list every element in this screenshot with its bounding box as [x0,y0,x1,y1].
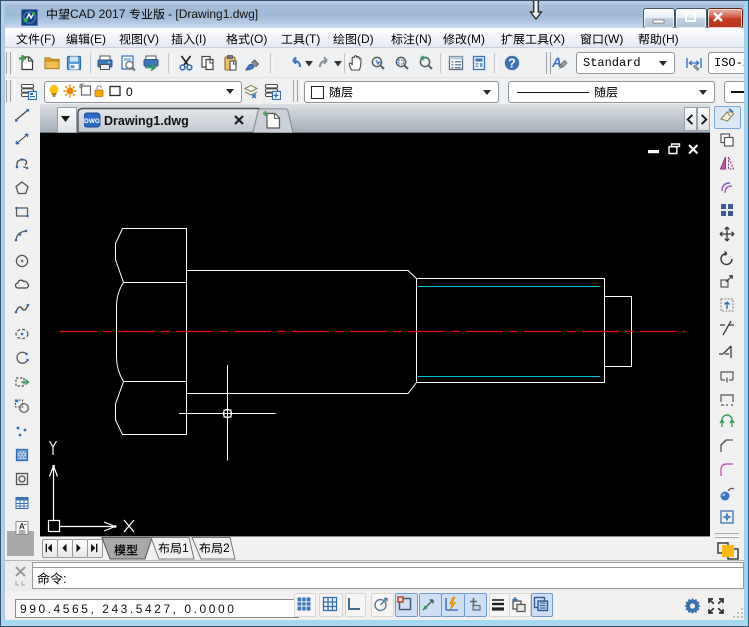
svg-text:DWG: DWG [84,118,100,125]
svg-text:?: ? [508,56,516,70]
svg-text:A: A [19,522,25,531]
